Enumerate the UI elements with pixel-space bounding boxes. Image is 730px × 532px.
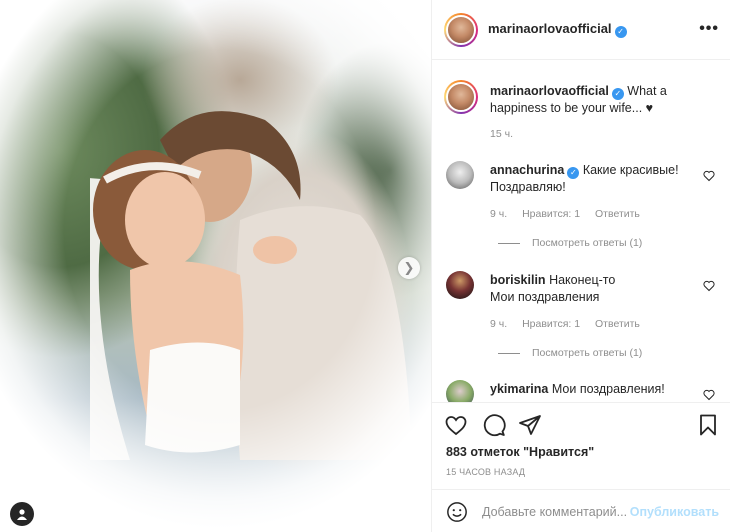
post-actions: 883 отметок "Нравится" 15 ЧАСОВ НАЗАД Оп… <box>432 402 730 532</box>
post-timestamp[interactable]: 15 ЧАСОВ НАЗАД <box>446 467 525 477</box>
user-icon <box>17 509 27 520</box>
add-comment-bar: Опубликовать <box>432 489 730 532</box>
view-replies-button[interactable]: Посмотреть ответы (1) <box>498 237 642 249</box>
author-username[interactable]: marinaorlovaofficial ✓ <box>488 21 627 38</box>
comment-avatar[interactable] <box>446 161 474 189</box>
emoji-smiley-icon[interactable] <box>446 501 468 523</box>
publish-button[interactable]: Опубликовать <box>630 505 719 519</box>
more-options-button[interactable]: ••• <box>699 20 719 38</box>
likes-count[interactable]: 883 отметок "Нравится" <box>446 445 594 459</box>
comments-list[interactable]: marinaorlovaofficial ✓ What a happiness t… <box>432 60 730 402</box>
comment-likes[interactable]: Нравится: 1 <box>522 318 580 330</box>
chevron-right-icon: ❯ <box>403 260 415 275</box>
comment-input[interactable] <box>482 504 632 519</box>
caption-time: 15 ч. <box>490 128 513 140</box>
verified-badge-icon: ✓ <box>567 167 580 179</box>
comment-likes[interactable]: Нравится: 1 <box>522 208 580 220</box>
comment-text: ykimarina Мои поздравления! <box>490 382 665 396</box>
comment-meta: 9 ч. Нравится: 1 Ответить <box>490 208 640 220</box>
like-comment-heart-icon[interactable] <box>703 280 715 292</box>
reply-button[interactable]: Ответить <box>595 318 640 330</box>
comment-meta: 9 ч. Нравится: 1 Ответить <box>490 318 640 330</box>
author-avatar[interactable] <box>444 12 478 47</box>
comment-avatar[interactable] <box>446 271 474 299</box>
comment-username[interactable]: annachurina <box>490 163 564 177</box>
share-paper-plane-icon[interactable] <box>518 413 542 437</box>
next-photo-button[interactable]: ❯ <box>398 257 420 279</box>
comment-avatar[interactable] <box>446 380 474 402</box>
comment-username[interactable]: ykimarina <box>490 382 548 396</box>
like-heart-icon[interactable] <box>444 413 468 437</box>
view-replies-button[interactable]: Посмотреть ответы (1) <box>498 347 642 359</box>
tagged-users-button[interactable] <box>10 502 34 526</box>
reply-button[interactable]: Ответить <box>595 208 640 220</box>
post-header: marinaorlovaofficial ✓ ••• <box>432 0 730 60</box>
like-comment-heart-icon[interactable] <box>703 389 715 401</box>
caption-avatar[interactable] <box>444 80 478 114</box>
comment-username[interactable]: boriskilin <box>490 273 546 287</box>
like-comment-heart-icon[interactable] <box>703 170 715 182</box>
post-side-panel: marinaorlovaofficial ✓ ••• marinaorlovaof… <box>431 0 730 532</box>
photo-vignette <box>0 0 431 532</box>
post-photo[interactable]: ❯ <box>0 0 431 532</box>
verified-badge-icon: ✓ <box>611 88 624 100</box>
comment-text: annachurina ✓ Какие красивые! Поздравляю! <box>490 163 679 194</box>
comment-bubble-icon[interactable] <box>482 413 506 437</box>
comment-text: boriskilin Наконец-то Мои поздравления <box>490 273 616 304</box>
caption-text: marinaorlovaofficial ✓ What a happiness t… <box>490 84 667 115</box>
caption-username[interactable]: marinaorlovaofficial <box>490 84 609 98</box>
verified-badge-icon: ✓ <box>614 26 627 38</box>
bookmark-icon[interactable] <box>696 413 720 437</box>
